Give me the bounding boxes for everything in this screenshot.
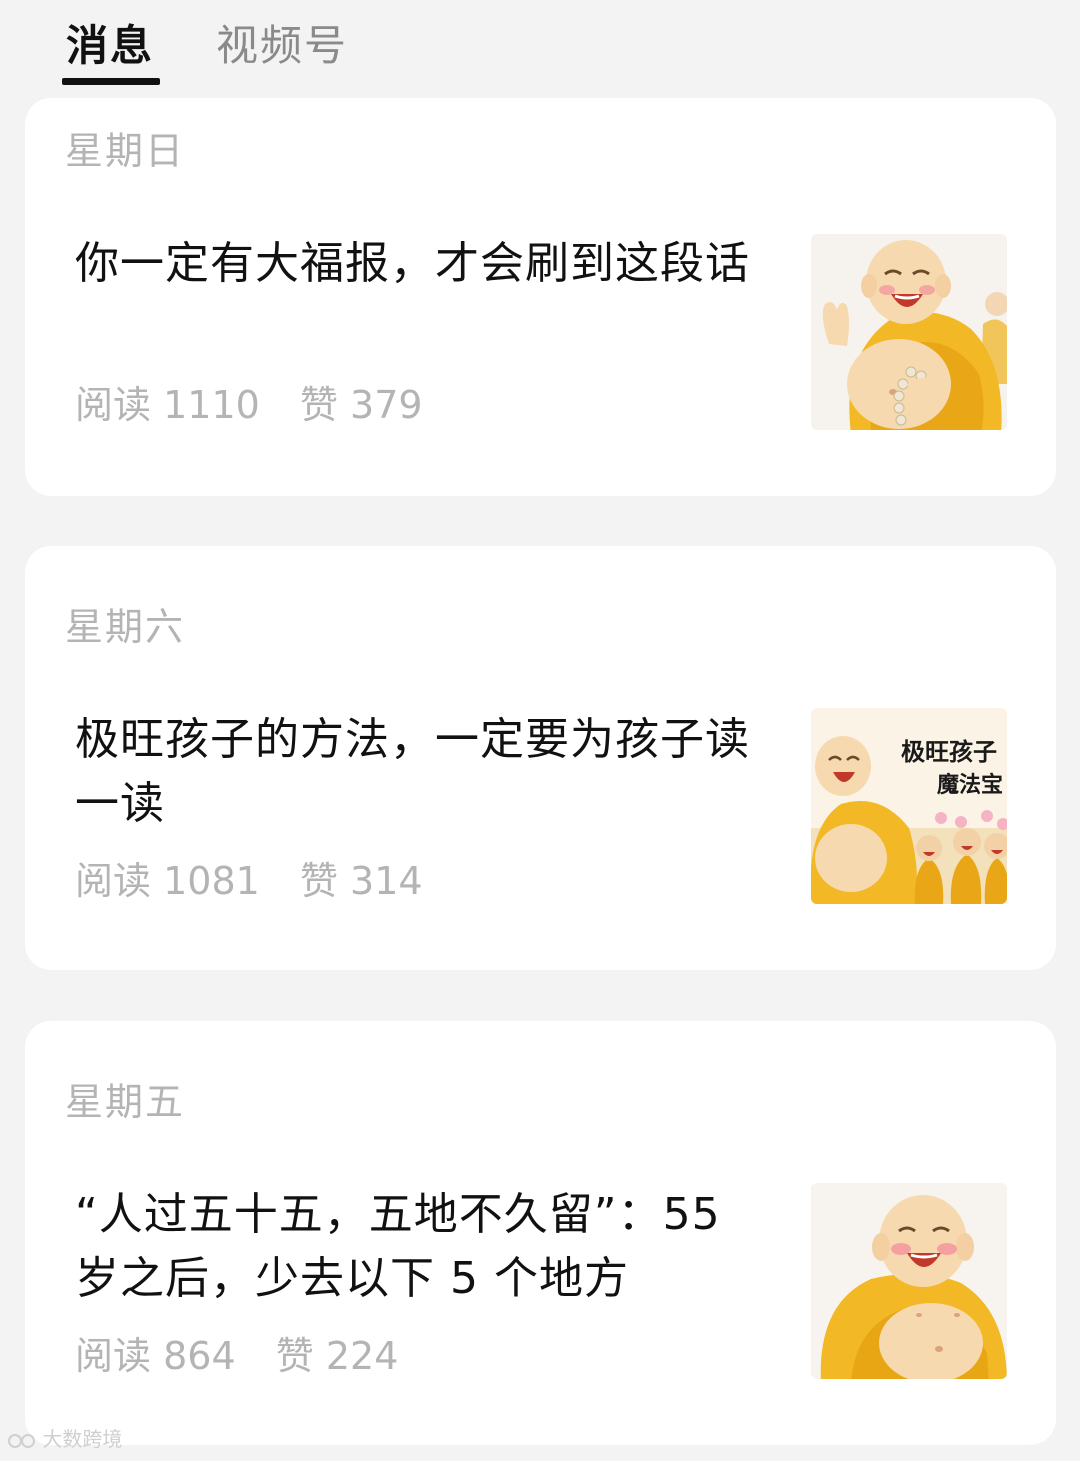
like-count: 314 bbox=[350, 859, 423, 903]
article-card[interactable]: 星期日 你一定有大福报，才会刷到这段话 阅读 1110 赞 379 bbox=[25, 98, 1056, 496]
read-count: 1110 bbox=[163, 383, 260, 427]
active-tab-indicator bbox=[62, 78, 160, 85]
like-count: 224 bbox=[325, 1334, 399, 1378]
like-count: 379 bbox=[350, 383, 423, 427]
article-stats: 阅读 864 赞 224 bbox=[75, 1331, 398, 1381]
laughing-buddha-icon bbox=[811, 1183, 1007, 1379]
like-label: 赞 bbox=[275, 1334, 314, 1378]
like-label: 赞 bbox=[299, 859, 338, 903]
article-thumbnail[interactable]: 极旺孩子 魔法宝 bbox=[811, 708, 1007, 904]
watermark: 大数跨境 bbox=[8, 1426, 122, 1452]
watermark-text: 大数跨境 bbox=[42, 1427, 123, 1451]
watermark-logo-icon bbox=[8, 1433, 35, 1448]
laughing-buddha-children-icon: 极旺孩子 魔法宝 bbox=[811, 708, 1007, 904]
laughing-buddha-icon bbox=[811, 234, 1007, 430]
article-stats: 阅读 1110 赞 379 bbox=[75, 380, 423, 430]
tab-channels[interactable]: 视频号 bbox=[216, 18, 348, 74]
read-label: 阅读 bbox=[75, 859, 152, 903]
day-label: 星期五 bbox=[65, 1080, 186, 1124]
article-title[interactable]: 极旺孩子的方法，一定要为孩子读一读 bbox=[75, 708, 775, 836]
like-label: 赞 bbox=[299, 383, 338, 427]
article-thumbnail[interactable] bbox=[811, 234, 1007, 430]
article-title[interactable]: “人过五十五，五地不久留”：55 岁之后，少去以下 5 个地方 bbox=[75, 1183, 775, 1311]
day-label: 星期日 bbox=[65, 129, 186, 173]
article-card[interactable]: 星期六 极旺孩子的方法，一定要为孩子读一读 阅读 1081 赞 314 极旺孩子… bbox=[25, 546, 1056, 970]
thumbnail-text-2: 魔法宝 bbox=[937, 772, 1003, 798]
page: 消息 视频号 星期日 你一定有大福报，才会刷到这段话 阅读 1110 赞 379 bbox=[0, 0, 1080, 1461]
read-label: 阅读 bbox=[75, 1334, 152, 1378]
tab-bar: 消息 视频号 bbox=[0, 0, 1080, 90]
article-card[interactable]: 星期五 “人过五十五，五地不久留”：55 岁之后，少去以下 5 个地方 阅读 8… bbox=[25, 1021, 1056, 1445]
read-count: 864 bbox=[163, 1334, 236, 1378]
read-label: 阅读 bbox=[75, 383, 152, 427]
tab-messages[interactable]: 消息 bbox=[66, 18, 154, 74]
article-title[interactable]: 你一定有大福报，才会刷到这段话 bbox=[75, 232, 775, 296]
read-count: 1081 bbox=[163, 859, 260, 903]
thumbnail-text-1: 极旺孩子 bbox=[901, 737, 997, 766]
article-stats: 阅读 1081 赞 314 bbox=[75, 856, 423, 906]
day-label: 星期六 bbox=[65, 605, 186, 649]
article-thumbnail[interactable] bbox=[811, 1183, 1007, 1379]
